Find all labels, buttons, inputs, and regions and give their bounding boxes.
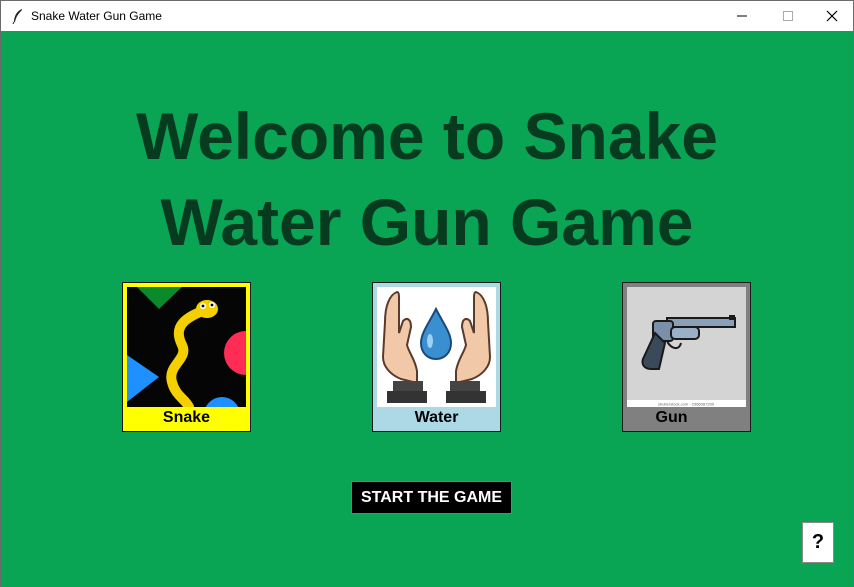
gun-choice[interactable]: shutterstock.com · 2366087299 Gun [622, 282, 751, 432]
water-label: Water [414, 409, 459, 426]
revolver-icon: shutterstock.com · 2366087299 [627, 287, 746, 407]
window-title: Snake Water Gun Game [31, 9, 162, 23]
water-image [377, 287, 496, 407]
feather-icon [12, 9, 22, 24]
snake-choice[interactable]: Snake [122, 282, 251, 432]
close-button[interactable] [809, 1, 854, 31]
title-bar[interactable]: Snake Water Gun Game [1, 1, 853, 31]
snake-image [127, 287, 246, 407]
page-title: Welcome to Snake Water Gun Game [1, 93, 853, 265]
gun-image: shutterstock.com · 2366087299 [627, 287, 746, 407]
snake-label: Snake [162, 409, 211, 426]
snake-icon [127, 287, 246, 407]
maximize-button[interactable] [765, 1, 811, 31]
app-window: Snake Water Gun Game Welcome to Snake Wa… [0, 0, 854, 587]
title-line-2: Water Gun Game [160, 185, 694, 259]
start-game-button[interactable]: START THE GAME [351, 481, 512, 514]
close-icon [826, 10, 838, 22]
water-choice[interactable]: Water [372, 282, 501, 432]
help-button[interactable]: ? [802, 522, 834, 563]
maximize-icon [783, 11, 793, 21]
title-line-1: Welcome to Snake [136, 99, 718, 173]
gun-label: Gun [655, 409, 688, 426]
main-area: Welcome to Snake Water Gun Game Snake Wa… [1, 31, 853, 587]
gun-image-watermark: shutterstock.com · 2366087299 [658, 402, 715, 407]
minimize-icon [737, 15, 747, 17]
water-drop-hands-icon [377, 287, 496, 407]
minimize-button[interactable] [719, 1, 765, 31]
